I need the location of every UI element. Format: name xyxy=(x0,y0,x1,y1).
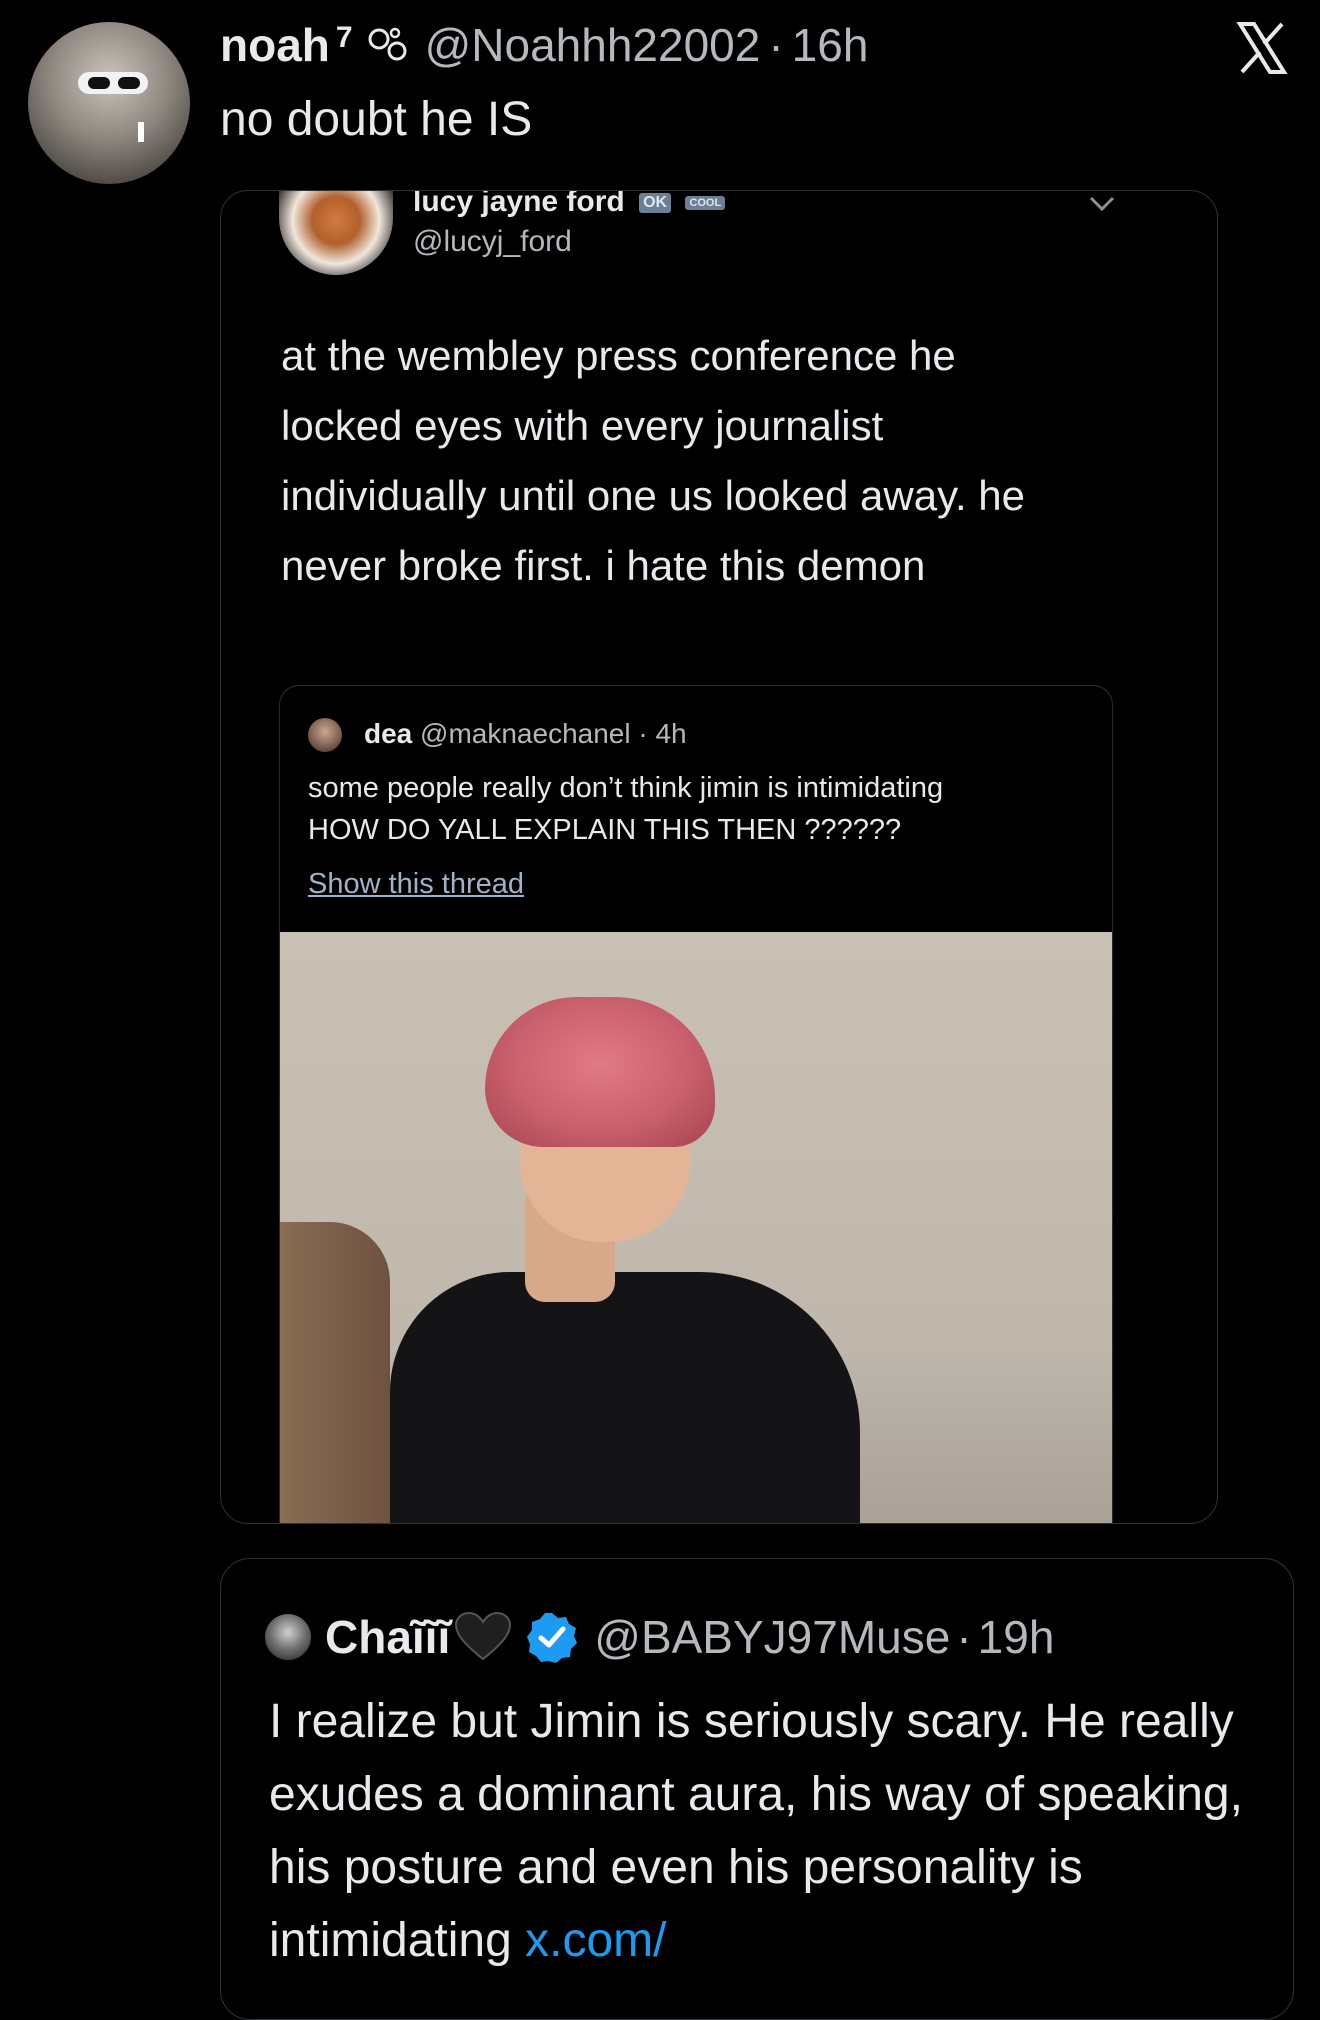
nested-tweet-time[interactable]: 4h xyxy=(655,718,686,749)
quoted-author-avatar[interactable] xyxy=(279,191,393,275)
ok-badge: OK xyxy=(639,193,672,214)
lens-left xyxy=(88,77,110,89)
person-shirt xyxy=(390,1272,860,1523)
name-superscript: 7 xyxy=(335,21,353,54)
show-thread-link[interactable]: Show this thread xyxy=(308,868,524,901)
person-pink-hair xyxy=(485,997,715,1147)
tweet-header: noah 7 @Noahhh22002 · 16h xyxy=(220,18,868,80)
bubbles-emoji-icon xyxy=(367,25,411,61)
nested-quoted-tweet[interactable]: dea @maknaechanel · 4h some people reall… xyxy=(279,685,1113,1523)
tweet-time[interactable]: 16h xyxy=(792,18,869,72)
quoted-author-avatar[interactable] xyxy=(265,1614,311,1660)
quoted-tweet-card[interactable]: lucy jayne ford OK COOL @lucyj_ford at t… xyxy=(220,190,1218,1524)
nested-author-avatar[interactable] xyxy=(308,718,342,752)
separator-dot: · xyxy=(768,19,784,71)
tweet-text: no doubt he IS xyxy=(220,93,533,146)
separator-dot: · xyxy=(638,718,648,749)
nested-author-line: dea @maknaechanel · 4h xyxy=(364,718,687,750)
quoted-author-line: Chaĩĩĩ @BABYJ97Muse · 19h xyxy=(265,1609,1054,1665)
quoted-tweet-time[interactable]: 19h xyxy=(978,1610,1055,1664)
separator-dot: · xyxy=(956,1611,972,1663)
quoted-text-line: never broke first. i hate this demon xyxy=(281,542,926,589)
cigarette-shape xyxy=(138,122,144,142)
nested-tweet-text-line: HOW DO YALL EXPLAIN THIS THEN ?????? xyxy=(308,814,902,846)
nested-author-name[interactable]: dea xyxy=(364,718,412,749)
quoted-tweet-body: I realize but Jimin is seriously scary. … xyxy=(269,1695,1243,1967)
quoted-tweet-card-2[interactable]: Chaĩĩĩ @BABYJ97Muse · 19h I realize but … xyxy=(220,1558,1294,2020)
quoted-author-name[interactable]: Chaĩĩĩ xyxy=(325,1610,450,1664)
background-person xyxy=(280,1222,390,1523)
author-handle[interactable]: @Noahhh22002 xyxy=(425,18,761,72)
chevron-down-icon[interactable] xyxy=(1087,193,1117,215)
quoted-author-name-line: lucy jayne ford OK COOL xyxy=(413,191,726,219)
quoted-text-line: locked eyes with every journalist xyxy=(281,402,884,449)
quoted-text-line: at the wembley press conference he xyxy=(281,332,956,379)
lens-right xyxy=(118,77,140,89)
nested-tweet-text-line: some people really don’t think jimin is … xyxy=(308,772,944,804)
cool-badge: COOL xyxy=(685,196,726,211)
x-logo-icon[interactable] xyxy=(1234,20,1290,76)
black-heart-icon xyxy=(454,1611,512,1662)
author-avatar[interactable] xyxy=(28,22,190,184)
tweet-photo[interactable] xyxy=(280,932,1112,1523)
verified-badge-icon xyxy=(526,1611,578,1663)
quoted-text-line: individually until one us looked away. h… xyxy=(281,472,1026,519)
nested-author-handle[interactable]: @maknaechanel xyxy=(420,718,631,749)
quoted-tweet-text: at the wembley press conference he locke… xyxy=(281,321,1141,601)
author-name[interactable]: noah xyxy=(220,18,330,72)
quoted-tweet-text: I realize but Jimin is seriously scary. … xyxy=(269,1685,1279,1977)
quoted-author-handle[interactable]: @BABYJ97Muse xyxy=(594,1610,950,1664)
quoted-author-handle[interactable]: @lucyj_ford xyxy=(413,225,572,259)
tweet-link[interactable]: x.com/ xyxy=(525,1914,666,1967)
quoted-author-name[interactable]: lucy jayne ford xyxy=(413,191,625,218)
